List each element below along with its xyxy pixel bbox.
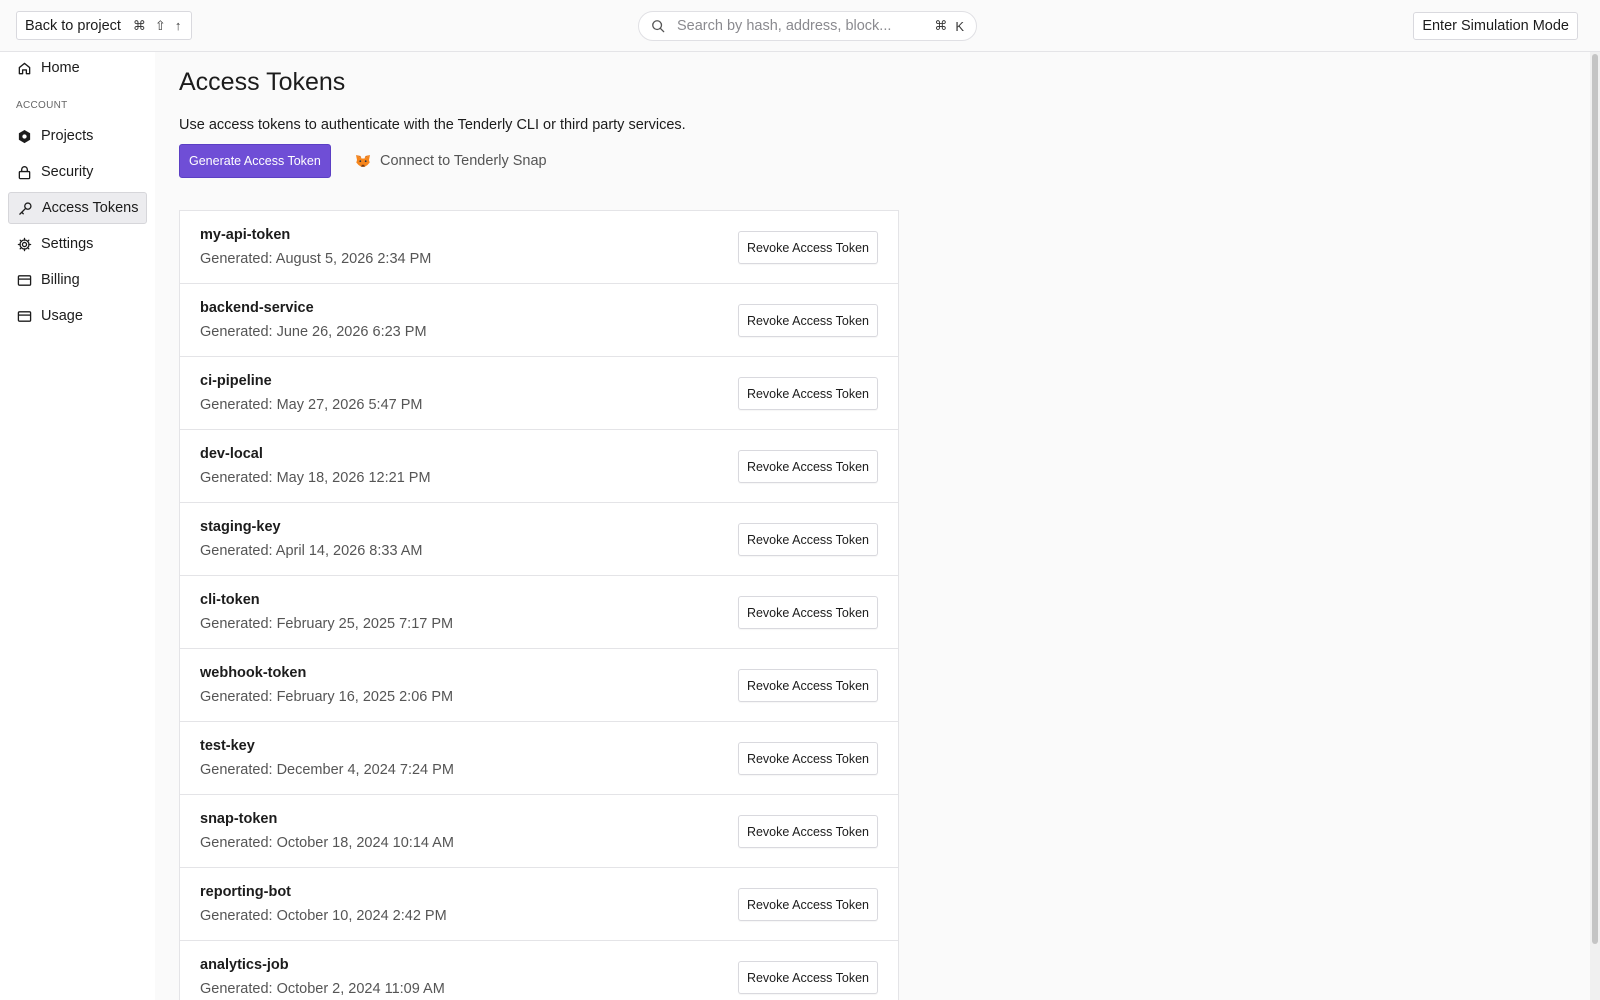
search-icon	[652, 20, 665, 33]
token-name: dev-local	[200, 446, 263, 462]
page-description: Use access tokens to authenticate with t…	[179, 117, 686, 133]
token-name: reporting-bot	[200, 884, 292, 900]
sidebar-item-label: Projects	[41, 128, 94, 144]
token-name: test-key	[200, 738, 255, 754]
token-generated-date: Generated: June 26, 2026 6:23 PM	[200, 324, 427, 340]
token-row: reporting-bot Generated: October 10, 202…	[180, 868, 898, 941]
token-row: webhook-token Generated: February 16, 20…	[180, 649, 898, 722]
sidebar: Home ACCOUNT Projects Security Access To…	[0, 52, 155, 1000]
back-to-project-label: Back to project	[25, 17, 121, 34]
revoke-access-token-button[interactable]: Revoke Access Token	[737, 304, 878, 337]
generate-access-token-button[interactable]: Generate Access Token	[179, 144, 331, 178]
token-row: cli-token Generated: February 25, 2025 7…	[180, 576, 898, 649]
token-name: analytics-job	[200, 957, 289, 973]
revoke-access-token-button[interactable]: Revoke Access Token	[737, 815, 878, 848]
token-name: snap-token	[200, 811, 278, 827]
token-name: ci-pipeline	[200, 373, 272, 389]
token-row: my-api-token Generated: August 5, 2026 2…	[180, 211, 898, 284]
revoke-access-token-button[interactable]: Revoke Access Token	[737, 450, 878, 483]
credit-card-icon	[17, 274, 32, 286]
shift-key-icon: ⇧	[154, 17, 166, 33]
sidebar-item-access-tokens[interactable]: Access Tokens	[8, 192, 147, 224]
hexagon-icon	[18, 129, 31, 143]
token-name: webhook-token	[200, 665, 307, 681]
token-generated-date: Generated: October 2, 2024 11:09 AM	[200, 981, 445, 997]
gear-icon	[17, 237, 32, 251]
back-shortcut: ⌘ ⇧ ↑	[133, 18, 181, 34]
home-icon	[18, 62, 31, 74]
token-name: backend-service	[200, 300, 314, 316]
token-generated-date: Generated: October 18, 2024 10:14 AM	[200, 835, 454, 851]
token-generated-date: Generated: May 27, 2026 5:47 PM	[200, 397, 423, 413]
credit-card-icon	[17, 310, 32, 322]
token-row: analytics-job Generated: October 2, 2024…	[180, 941, 898, 1000]
key-icon	[19, 201, 32, 215]
token-name: my-api-token	[200, 227, 291, 243]
revoke-access-token-button[interactable]: Revoke Access Token	[737, 888, 878, 921]
revoke-access-token-button[interactable]: Revoke Access Token	[737, 961, 878, 994]
lock-icon	[18, 165, 31, 179]
revoke-access-token-button[interactable]: Revoke Access Token	[737, 596, 878, 629]
page-scrollbar[interactable]	[1590, 52, 1600, 1000]
arrow-up-key-icon: ↑	[174, 18, 182, 33]
token-row: snap-token Generated: October 18, 2024 1…	[180, 795, 898, 868]
sidebar-item-label: Home	[41, 60, 80, 76]
sidebar-item-label: Billing	[41, 272, 80, 288]
search-input[interactable]	[677, 18, 927, 34]
top-bar: Back to project ⌘ ⇧ ↑ ⌘ K Enter Simulati…	[0, 0, 1600, 52]
page-title: Access Tokens	[179, 68, 346, 96]
sidebar-item-home[interactable]: Home	[8, 52, 147, 84]
token-generated-date: Generated: February 16, 2025 2:06 PM	[200, 689, 454, 705]
revoke-access-token-button[interactable]: Revoke Access Token	[737, 742, 878, 775]
sidebar-item-usage[interactable]: Usage	[8, 300, 147, 332]
scrollbar-thumb[interactable]	[1592, 54, 1598, 944]
token-row: dev-local Generated: May 18, 2026 12:21 …	[180, 430, 898, 503]
revoke-access-token-button[interactable]: Revoke Access Token	[737, 231, 878, 264]
k-key-icon: K	[955, 18, 964, 34]
sidebar-item-settings[interactable]: Settings	[8, 228, 147, 260]
token-generated-date: Generated: April 14, 2026 8:33 AM	[200, 543, 423, 559]
token-generated-date: Generated: February 25, 2025 7:17 PM	[200, 616, 454, 632]
sidebar-item-label: Security	[41, 164, 94, 180]
token-row: ci-pipeline Generated: May 27, 2026 5:47…	[180, 357, 898, 430]
command-key-icon: ⌘	[934, 18, 948, 33]
token-generated-date: Generated: December 4, 2024 7:24 PM	[200, 762, 454, 778]
command-key-icon: ⌘	[132, 17, 146, 33]
token-generated-date: Generated: May 18, 2026 12:21 PM	[200, 470, 431, 486]
revoke-access-token-button[interactable]: Revoke Access Token	[737, 523, 878, 556]
metamask-fox-icon	[356, 155, 370, 167]
connect-tenderly-snap-button[interactable]: Connect to Tenderly Snap	[355, 148, 547, 174]
token-name: cli-token	[200, 592, 260, 608]
revoke-access-token-button[interactable]: Revoke Access Token	[737, 669, 878, 702]
token-generated-date: Generated: October 10, 2024 2:42 PM	[200, 908, 447, 924]
search-shortcut: ⌘ K	[934, 18, 964, 34]
sidebar-item-label: Usage	[41, 308, 83, 324]
revoke-access-token-button[interactable]: Revoke Access Token	[737, 377, 878, 410]
access-token-list: my-api-token Generated: August 5, 2026 2…	[179, 210, 899, 1000]
enter-simulation-mode-button[interactable]: Enter Simulation Mode	[1413, 12, 1578, 40]
sidebar-item-label: Settings	[41, 236, 94, 252]
sidebar-item-security[interactable]: Security	[8, 156, 147, 188]
sidebar-section-account: ACCOUNT	[16, 100, 68, 111]
sidebar-item-billing[interactable]: Billing	[8, 264, 147, 296]
token-row: test-key Generated: December 4, 2024 7:2…	[180, 722, 898, 795]
sidebar-item-label: Access Tokens	[42, 200, 139, 216]
sidebar-item-projects[interactable]: Projects	[8, 120, 147, 152]
token-generated-date: Generated: August 5, 2026 2:34 PM	[200, 251, 432, 267]
connect-tenderly-snap-label: Connect to Tenderly Snap	[380, 153, 547, 169]
token-row: backend-service Generated: June 26, 2026…	[180, 284, 898, 357]
token-row: staging-key Generated: April 14, 2026 8:…	[180, 503, 898, 576]
main-content: Access Tokens Use access tokens to authe…	[155, 52, 1600, 1000]
back-to-project-button[interactable]: Back to project ⌘ ⇧ ↑	[16, 11, 193, 40]
search-bar[interactable]: ⌘ K	[638, 11, 977, 41]
token-name: staging-key	[200, 519, 281, 535]
